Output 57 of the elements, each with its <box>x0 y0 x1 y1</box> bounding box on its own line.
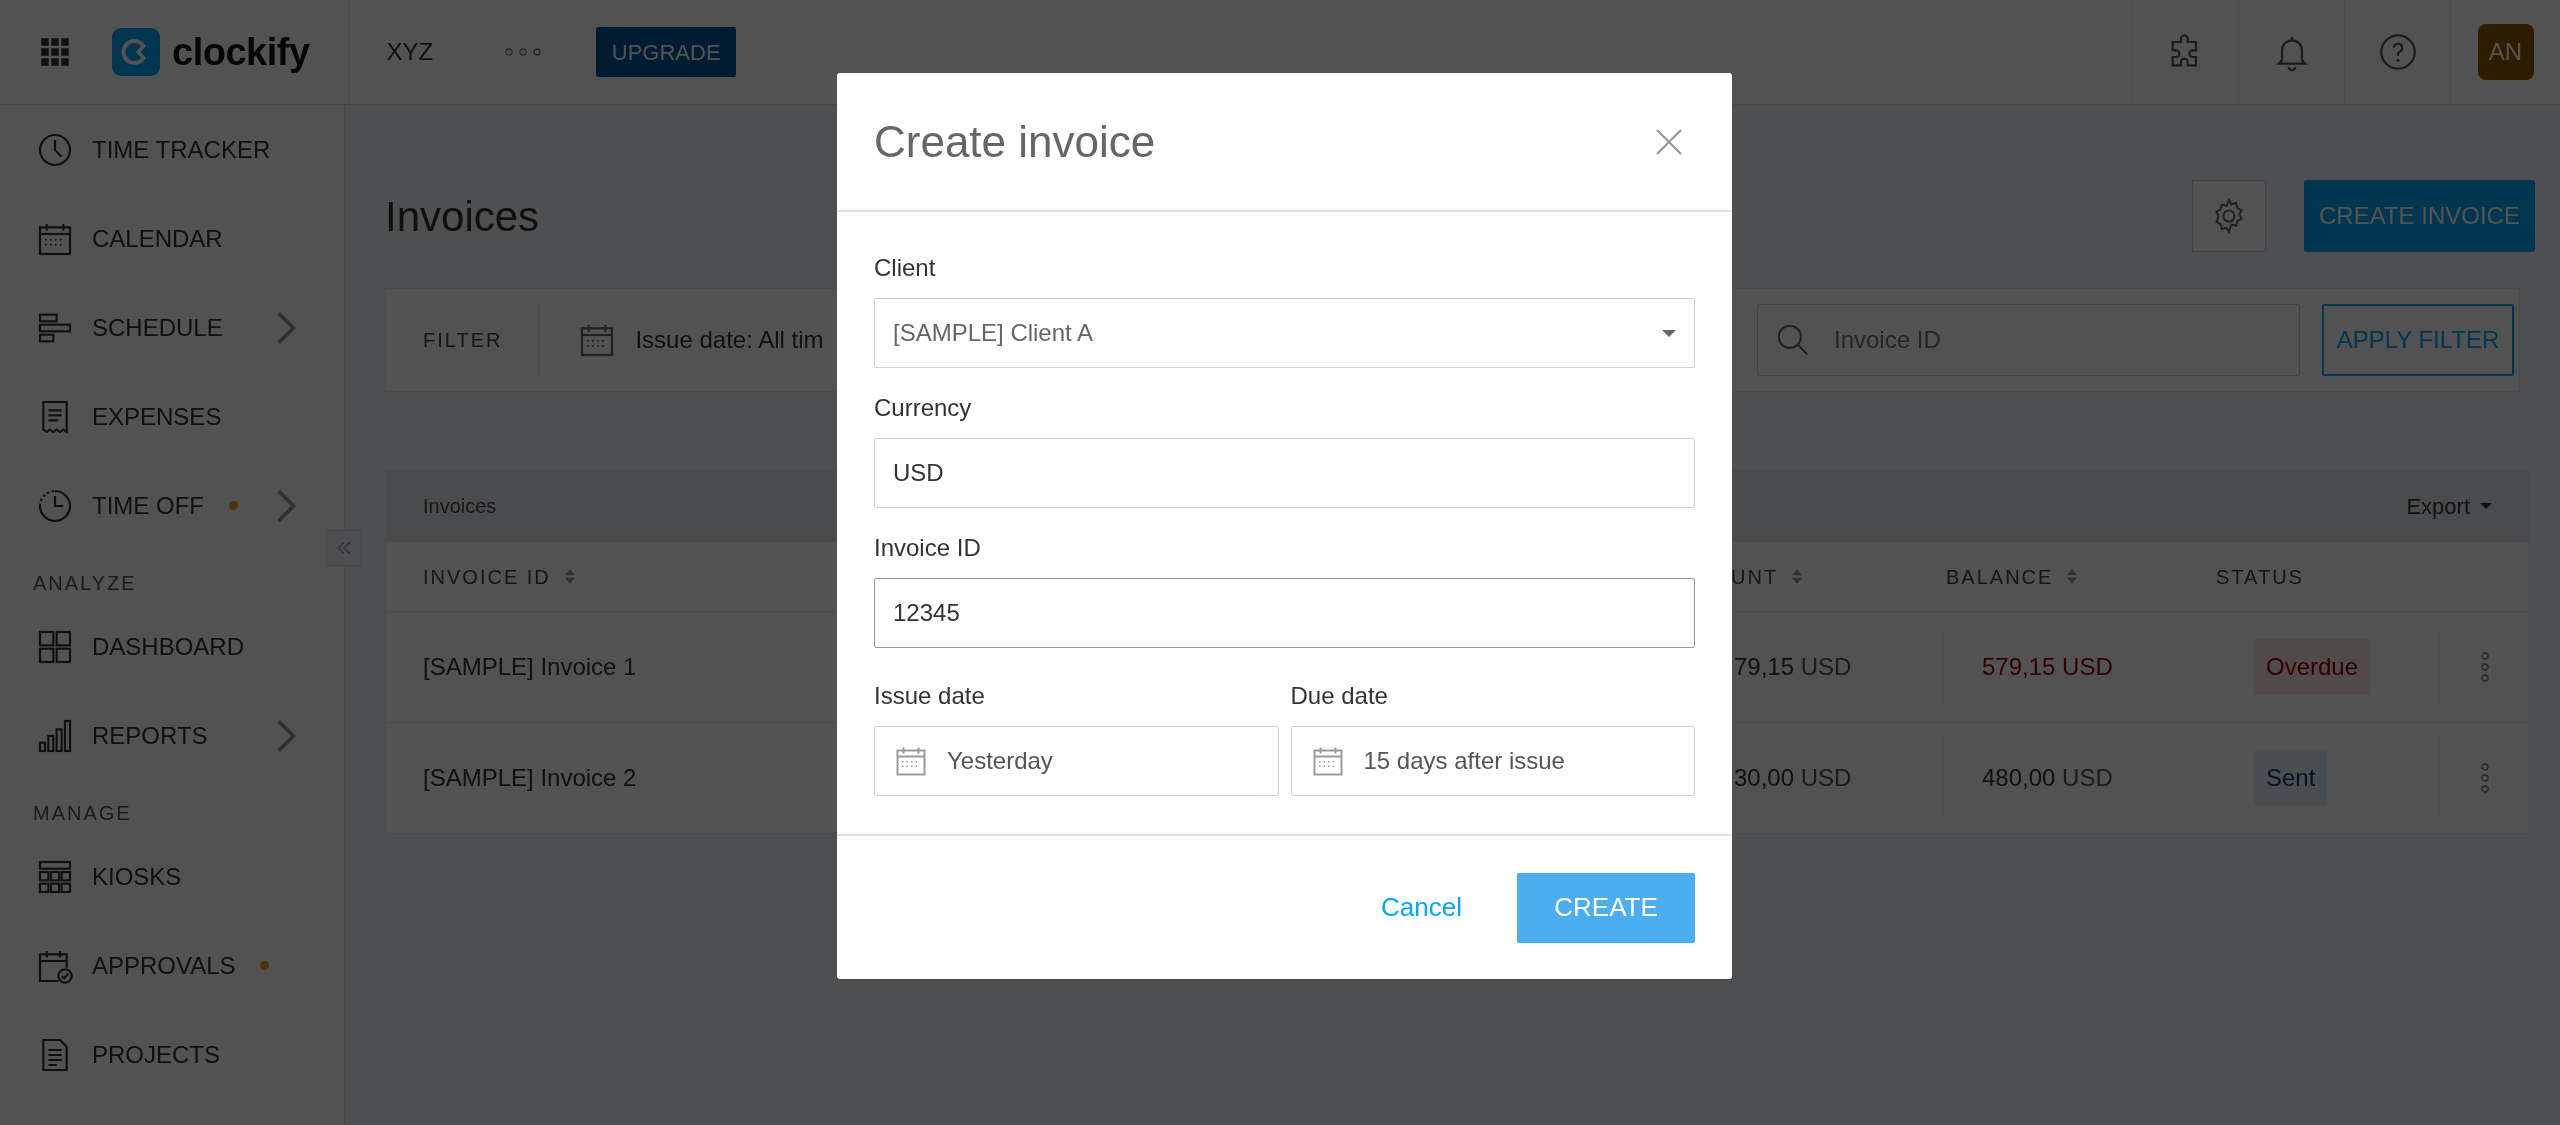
status-label: Overdue <box>2254 639 2371 695</box>
page-title: Invoices <box>385 191 540 242</box>
sidebar-label[interactable]: PROJECTS <box>92 1036 220 1073</box>
more-icon[interactable] <box>505 46 542 58</box>
sidebar-label[interactable]: KIOSKS <box>92 858 182 895</box>
export-dropdown[interactable]: Export <box>2406 489 2492 523</box>
invoice-id-cell: [SAMPLE] Invoice 2 <box>423 764 637 791</box>
help-icon[interactable] <box>2377 32 2418 72</box>
logo-text: clockify <box>172 29 310 75</box>
text-field[interactable]: USD <box>874 438 1695 508</box>
sort-icon[interactable] <box>564 569 575 584</box>
status-label: Sent <box>2254 750 2328 806</box>
user-avatar[interactable]: AN <box>2477 24 2534 80</box>
collapse-sidebar-button[interactable] <box>326 530 362 566</box>
logo-icon <box>112 28 160 76</box>
double-chevron-left-icon <box>336 540 352 556</box>
filter-label: FILTER <box>423 328 503 353</box>
date-picker-field[interactable]: Yesterday <box>874 726 1279 796</box>
sidebar-label[interactable]: TIME TRACKER <box>92 131 271 168</box>
field-label: Due date <box>1290 681 1389 708</box>
column-header: STATUS <box>2216 564 2304 590</box>
create-invoice-button[interactable]: CREATE INVOICE <box>2304 180 2535 252</box>
kebab-menu-icon[interactable] <box>2479 652 2490 682</box>
workspace-name[interactable]: XYZ <box>386 34 434 70</box>
field-label: Client <box>874 253 937 280</box>
field-label: Invoice ID <box>874 533 982 560</box>
client-dropdown[interactable]: [SAMPLE] Client A <box>874 298 1695 368</box>
column-header[interactable]: UNT <box>1731 561 1779 592</box>
dialog-title: Create invoice <box>874 115 1156 168</box>
kebab-menu-icon[interactable] <box>2479 763 2490 793</box>
text-field[interactable]: 12345 <box>874 578 1695 648</box>
date-picker-field[interactable]: 15 days after issue <box>1290 726 1695 796</box>
sidebar-label[interactable]: CALENDAR <box>92 220 223 257</box>
sidebar-label[interactable]: EXPENSES <box>92 398 222 435</box>
sort-icon[interactable] <box>1792 569 1803 584</box>
close-icon[interactable] <box>1655 127 1683 156</box>
caret-icon <box>1662 329 1676 337</box>
apply-filter-button[interactable]: APPLY FILTER <box>2322 304 2514 376</box>
cancel-button[interactable]: Cancel <box>1368 881 1475 934</box>
issue-date-filter[interactable]: Issue date: All tim <box>577 320 824 360</box>
column-header[interactable]: INVOICE ID <box>423 561 551 592</box>
apps-menu-icon[interactable] <box>40 37 70 67</box>
balance-cell: 579,15 USD <box>1943 627 2213 707</box>
sidebar-label[interactable]: DASHBOARD <box>92 628 245 665</box>
caret-icon <box>2480 503 2492 509</box>
invoice-id-cell: [SAMPLE] Invoice 1 <box>423 653 637 680</box>
column-header[interactable]: BALANCE <box>1946 561 2054 592</box>
sidebar-label[interactable]: SCHEDULE <box>92 309 223 346</box>
sidebar-label[interactable]: TIME OFF <box>92 487 204 524</box>
settings-button[interactable] <box>2192 180 2266 252</box>
field-label: Currency <box>874 393 973 420</box>
sidebar-label[interactable]: APPROVALS <box>92 947 236 984</box>
sidebar-label[interactable]: REPORTS <box>92 717 208 754</box>
field-label: Issue date <box>874 681 986 708</box>
create-button[interactable]: CREATE <box>1517 872 1695 943</box>
sort-icon[interactable] <box>2067 569 2078 584</box>
upgrade-button[interactable]: UPGRADE <box>596 27 737 77</box>
